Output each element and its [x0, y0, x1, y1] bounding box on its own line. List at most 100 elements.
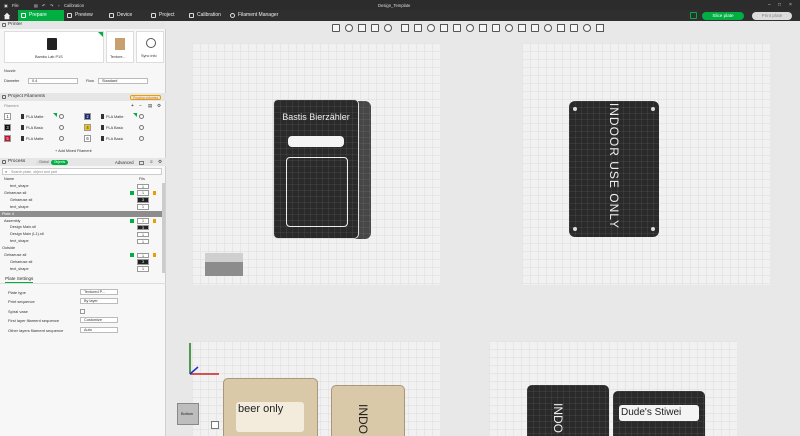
filament-slot[interactable]: 5 PLA Matte: [4, 134, 80, 143]
setting-value-select[interactable]: Customize: [80, 317, 118, 324]
filament-slot[interactable]: 6 PLA Basic: [84, 134, 160, 143]
slice-options-icon[interactable]: [690, 12, 697, 19]
filament-name[interactable]: PLA Matte: [106, 115, 124, 119]
tab-project[interactable]: Project: [148, 10, 188, 21]
filament-index-box[interactable]: 1: [137, 266, 149, 272]
brim-ear-icon[interactable]: [570, 24, 578, 32]
global-tab[interactable]: Global: [39, 160, 49, 165]
tree-row[interactable]: Assembly 1: [0, 218, 162, 225]
add-object-icon[interactable]: [332, 24, 340, 32]
filament-edit-icon[interactable]: [59, 136, 64, 141]
model-beer-only[interactable]: beer only: [223, 378, 318, 436]
3d-viewport[interactable]: Bastis Bierzähler INDOOR USE ONLY beer o…: [167, 21, 800, 436]
tree-row[interactable]: Gehaeuse.stl 1: [0, 190, 162, 197]
tab-preview[interactable]: Preview: [64, 10, 108, 21]
measure-icon[interactable]: [531, 24, 539, 32]
tree-scrollbar[interactable]: [162, 183, 165, 273]
filament-name[interactable]: PLA Basic: [26, 126, 43, 130]
assembly-icon[interactable]: [544, 24, 552, 32]
zoom-fit-icon[interactable]: [211, 421, 219, 429]
diameter-select[interactable]: 0.4: [28, 78, 78, 84]
filament-name[interactable]: PLA Basic: [106, 126, 123, 130]
model-indoor-use-only[interactable]: INDOOR USE ONLY: [569, 101, 659, 237]
tree-row[interactable]: text_shape 1: [0, 266, 162, 273]
model-small-block[interactable]: [205, 253, 245, 277]
arrange-icon[interactable]: [371, 24, 379, 32]
filament-number-chip[interactable]: 3: [4, 124, 11, 131]
lock-icon[interactable]: [153, 253, 156, 257]
print-plate-button[interactable]: Print plate: [752, 11, 792, 20]
spiral-vase-checkbox[interactable]: [80, 308, 85, 314]
filament-edit-icon[interactable]: [59, 125, 64, 130]
visible-check-icon[interactable]: [130, 218, 134, 223]
tree-row[interactable]: text_shape 1: [0, 204, 162, 211]
filament-index-box[interactable]: 3: [137, 197, 149, 203]
save-icon[interactable]: ▤: [34, 3, 38, 8]
filament-settings-icon[interactable]: ⚙: [157, 103, 161, 109]
filament-name[interactable]: PLA Basic: [106, 137, 123, 141]
filament-edit-icon[interactable]: [59, 114, 64, 119]
purging-volumes-button[interactable]: Purging volumes: [130, 95, 162, 100]
process-scope-toggle[interactable]: Global Objects: [36, 159, 68, 165]
process-settings-icon[interactable]: ⚙: [158, 159, 162, 165]
add-filament-icon[interactable]: +: [131, 103, 134, 109]
sync-filament-icon[interactable]: ▤: [148, 103, 152, 109]
split-icon[interactable]: [384, 24, 392, 32]
objects-tab[interactable]: Objects: [51, 159, 68, 165]
filament-edit-icon[interactable]: [139, 125, 144, 130]
auto-orient-icon[interactable]: [358, 24, 366, 32]
filament-number-chip[interactable]: 1: [4, 113, 11, 120]
object-search-box[interactable]: ⌕ Search plate, object and part: [2, 168, 162, 175]
tree-plate-row[interactable]: Plate 4: [0, 210, 162, 218]
remove-filament-icon[interactable]: −: [139, 103, 142, 109]
filament-index-box[interactable]: 1: [137, 183, 149, 189]
filament-index-box[interactable]: 1: [137, 238, 149, 245]
process-list-icon[interactable]: ≡: [150, 159, 153, 164]
sync-info-button[interactable]: Sync info: [136, 31, 164, 63]
tree-row[interactable]: Outside: [0, 245, 162, 252]
setting-value-select[interactable]: Auto: [80, 326, 118, 333]
undo-icon[interactable]: ↶: [42, 3, 46, 8]
filament-name[interactable]: PLA Matte: [26, 137, 44, 141]
tree-row[interactable]: Gehaeuse.stl 3: [0, 259, 162, 266]
file-menu[interactable]: File: [12, 3, 19, 8]
home-icon[interactable]: [3, 12, 11, 20]
model-indo-beige[interactable]: INDO: [331, 385, 405, 436]
lock-icon[interactable]: [153, 218, 156, 223]
view-cube[interactable]: Bottom: [177, 403, 199, 425]
lock-icon[interactable]: [153, 190, 156, 195]
printer-card[interactable]: Bambu Lab P1S: [4, 31, 104, 63]
filament-edit-icon[interactable]: [139, 114, 144, 119]
move-icon[interactable]: [414, 24, 422, 32]
filament-index-box[interactable]: 1: [137, 252, 149, 258]
mesh-boolean-icon[interactable]: [583, 24, 591, 32]
filament-index-box[interactable]: 1: [137, 190, 149, 196]
filament-index-box[interactable]: 1: [137, 218, 149, 224]
slice-plate-button[interactable]: Slice plate: [702, 11, 744, 20]
filament-slot[interactable]: 2 PLA Matte: [84, 112, 160, 121]
tab-prepare[interactable]: Prepare: [18, 10, 64, 21]
visible-check-icon[interactable]: [130, 253, 134, 257]
filament-name[interactable]: PLA Matte: [26, 115, 44, 119]
filament-slot[interactable]: 4 PLA Basic: [84, 123, 160, 132]
tree-row[interactable]: Design Main (L1).stl 1: [0, 231, 162, 238]
filament-number-chip[interactable]: 5: [4, 135, 11, 142]
plate-type-card[interactable]: Texture...: [106, 31, 134, 63]
filament-number-chip[interactable]: 4: [84, 124, 91, 131]
text-icon[interactable]: [518, 24, 526, 32]
tree-row[interactable]: Gehaeuse.stl 3: [0, 197, 162, 204]
model-bastis-bierzaehler[interactable]: Bastis Bierzähler: [273, 99, 373, 241]
rotate-icon[interactable]: [427, 24, 435, 32]
flow-select[interactable]: Standard: [98, 78, 148, 84]
variable-height-icon[interactable]: [557, 24, 565, 32]
filament-slot[interactable]: 3 PLA Basic: [4, 123, 80, 132]
visible-check-icon[interactable]: [130, 190, 134, 195]
add-plate-icon[interactable]: [345, 24, 353, 32]
cut-icon[interactable]: [466, 24, 474, 32]
layers-icon[interactable]: [401, 24, 409, 32]
color-paint-icon[interactable]: [505, 24, 513, 32]
model-indo-dark[interactable]: INDO: [527, 385, 609, 436]
lay-on-face-icon[interactable]: [453, 24, 461, 32]
tree-row[interactable]: Gehaeuse.stl 1: [0, 252, 162, 259]
scale-icon[interactable]: [440, 24, 448, 32]
